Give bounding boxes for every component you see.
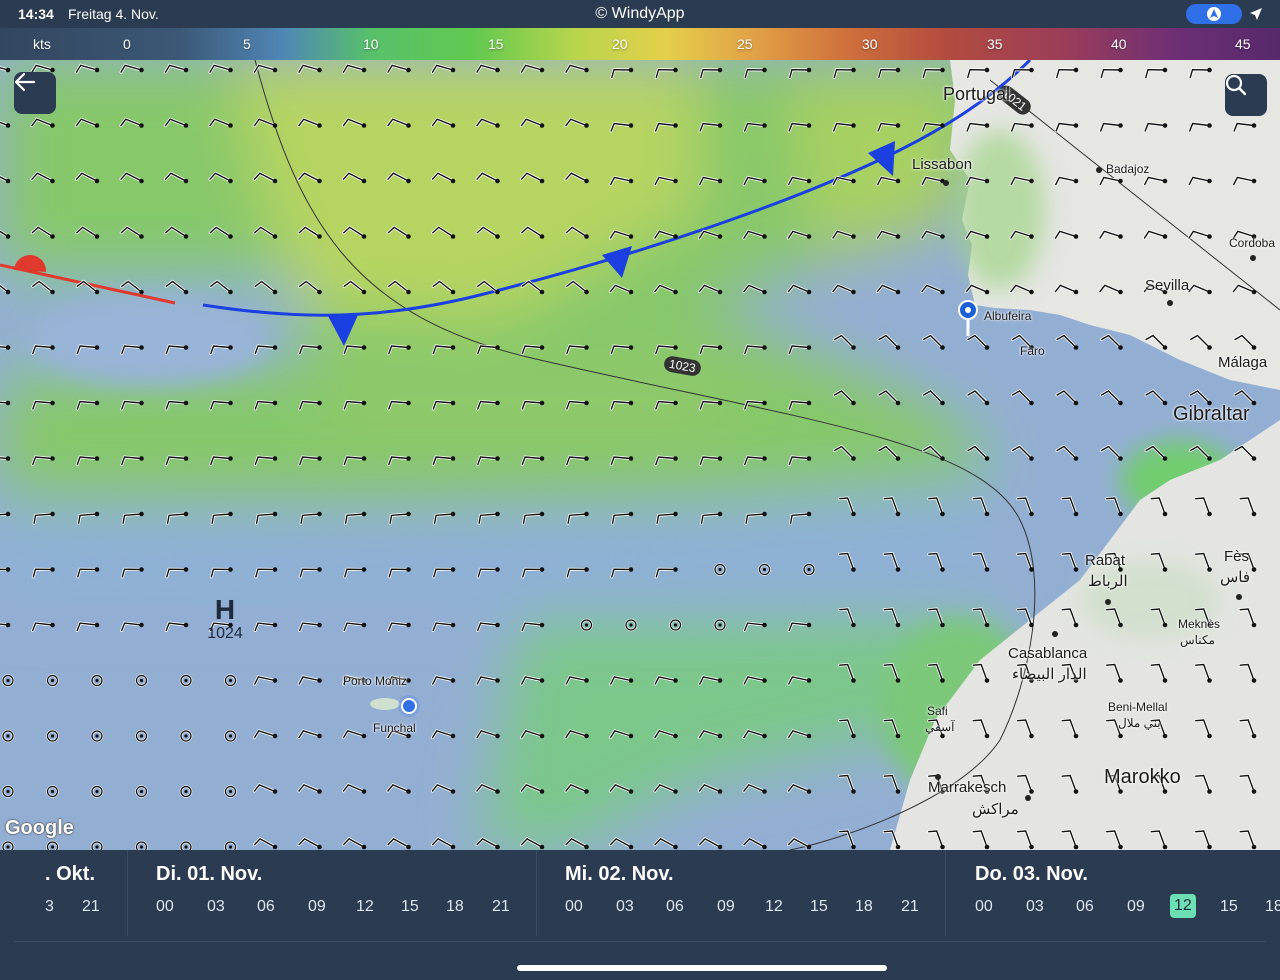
- legend-tick: 35: [987, 36, 1003, 52]
- timeline-hour-selected[interactable]: 12: [1170, 894, 1196, 918]
- app-title: © WindyApp: [595, 5, 685, 22]
- timeline-hour[interactable]: 12: [765, 898, 783, 916]
- map-label-marrakesch: Marrakesch: [928, 779, 1007, 796]
- timeline-hour[interactable]: 03: [207, 898, 225, 916]
- current-location-dot: [398, 695, 420, 717]
- timeline-hour[interactable]: 06: [1076, 898, 1094, 916]
- map-label-albufeira: Albufeira: [984, 309, 1032, 323]
- timeline-hour[interactable]: 00: [565, 898, 583, 916]
- legend-tick: 5: [243, 36, 251, 52]
- map-canvas[interactable]: [0, 60, 1280, 850]
- madeira-island: [370, 698, 400, 710]
- map-label-meknes: Meknès: [1178, 617, 1221, 631]
- high-pressure-marker: H 1024: [205, 595, 245, 643]
- map-label-lisbon: Lissabon: [912, 156, 973, 173]
- timeline-hour[interactable]: 21: [492, 898, 510, 916]
- map-label-marrakesch-ar: مراكش: [972, 801, 1019, 818]
- timeline-day: Di. 01. Nov. 00 03 06 09 12 15 18 21: [128, 850, 536, 938]
- legend-tick: 0: [123, 36, 131, 52]
- timeline-hour[interactable]: 21: [901, 898, 919, 916]
- timeline-day: . Okt. 3 21: [0, 850, 127, 938]
- legend-tick: 10: [363, 36, 379, 52]
- map-label-sevilla: Sevilla: [1145, 277, 1190, 294]
- timeline-hour[interactable]: 03: [616, 898, 634, 916]
- timeline-day-label: Mi. 02. Nov.: [565, 863, 674, 885]
- map-label-fes-ar: فاس: [1220, 569, 1251, 586]
- legend-tick: 40: [1111, 36, 1127, 52]
- status-bar: 14:34 Freitag 4. Nov. © WindyApp: [0, 0, 1280, 28]
- legend-unit: kts: [33, 36, 51, 52]
- time-slider[interactable]: . Okt. 3 21 Di. 01. Nov. 00 03 06 09 12 …: [0, 850, 1280, 980]
- timeline-hour[interactable]: 03: [1026, 898, 1044, 916]
- timeline-hour[interactable]: 09: [308, 898, 326, 916]
- map-label-safi: Safi: [927, 704, 948, 718]
- wind-speed-legend: kts 0 5 10 15 20 25 30 35 40 45: [0, 28, 1280, 60]
- navigation-indicator[interactable]: [1186, 4, 1242, 24]
- timeline-hour[interactable]: 00: [156, 898, 174, 916]
- search-button[interactable]: [1225, 74, 1267, 116]
- map-label-malaga: Málaga: [1218, 354, 1268, 371]
- timeline-hour[interactable]: 18: [1265, 898, 1280, 916]
- high-pressure-value: 1024: [207, 625, 243, 642]
- timeline-day-label: Do. 03. Nov.: [975, 863, 1088, 885]
- home-indicator[interactable]: [517, 965, 887, 971]
- timeline-hour[interactable]: 15: [810, 898, 828, 916]
- back-arrow-icon: [14, 72, 36, 92]
- google-attribution: Google: [5, 817, 74, 839]
- map-label-beni-mellal: Beni-Mellal: [1108, 700, 1168, 714]
- timeline-day: Do. 03. Nov. 00 03 06 09 12 15 18: [946, 850, 1280, 938]
- map-label-casablanca-ar: الدار البيضاء: [1012, 666, 1087, 683]
- timeline-hour[interactable]: 3: [45, 898, 54, 916]
- map-label-meknes-ar: مكناس: [1180, 633, 1215, 647]
- timeline-hour[interactable]: 09: [1127, 898, 1145, 916]
- map-label-fes: Fès: [1224, 548, 1250, 565]
- legend-tick: 15: [488, 36, 504, 52]
- timeline-hour[interactable]: 18: [446, 898, 464, 916]
- legend-tick: 30: [862, 36, 878, 52]
- map-label-porto-moniz: Porto Moniz: [343, 674, 408, 688]
- timeline-day-label: . Okt.: [45, 863, 96, 885]
- timeline-hour[interactable]: 18: [855, 898, 873, 916]
- map-label-faro: Faro: [1020, 344, 1045, 358]
- back-button[interactable]: [14, 72, 56, 114]
- map-label-casablanca: Casablanca: [1008, 645, 1088, 662]
- timeline-hour[interactable]: 06: [666, 898, 684, 916]
- timeline-hour[interactable]: 09: [717, 898, 735, 916]
- timeline-hour[interactable]: 06: [257, 898, 275, 916]
- timeline-hour[interactable]: 12: [356, 898, 374, 916]
- high-pressure-symbol: H: [214, 594, 236, 625]
- timeline-scroll-track: [14, 941, 1266, 942]
- location-icon: [1250, 8, 1262, 20]
- timeline-hour[interactable]: 00: [975, 898, 993, 916]
- map-label-marokko: Marokko: [1104, 766, 1181, 788]
- timeline-day-label: Di. 01. Nov.: [156, 863, 263, 885]
- legend-tick: 45: [1235, 36, 1251, 52]
- map-label-safi-ar: آسفي: [925, 720, 955, 734]
- map-label-rabat-ar: الرباط: [1088, 573, 1128, 590]
- navigation-arrow-icon: [1207, 7, 1221, 21]
- map-label-gibraltar: Gibraltar: [1173, 403, 1250, 425]
- map-label-beni-mellal-ar: بني ملال: [1118, 716, 1161, 730]
- wind-map[interactable]: 1023 1021 Portugal Lissabon Badajoz Cord…: [0, 60, 1280, 850]
- map-label-rabat: Rabat: [1085, 552, 1126, 569]
- timeline-day: Mi. 02. Nov. 00 03 06 09 12 15 18 21: [537, 850, 945, 938]
- map-label-portugal: Portugal: [943, 84, 1011, 104]
- map-label-badajoz: Badajoz: [1106, 162, 1150, 176]
- timeline-hour[interactable]: 15: [401, 898, 419, 916]
- app-screen: 14:34 Freitag 4. Nov. © WindyApp kts 0 5…: [0, 0, 1280, 980]
- map-label-funchal: Funchal: [373, 721, 416, 735]
- search-icon: [1225, 74, 1247, 96]
- legend-tick: 20: [612, 36, 628, 52]
- timeline-hour[interactable]: 21: [82, 898, 100, 916]
- timeline-hour[interactable]: 15: [1220, 898, 1238, 916]
- map-label-cordoba: Cordoba: [1229, 236, 1276, 250]
- legend-tick: 25: [737, 36, 753, 52]
